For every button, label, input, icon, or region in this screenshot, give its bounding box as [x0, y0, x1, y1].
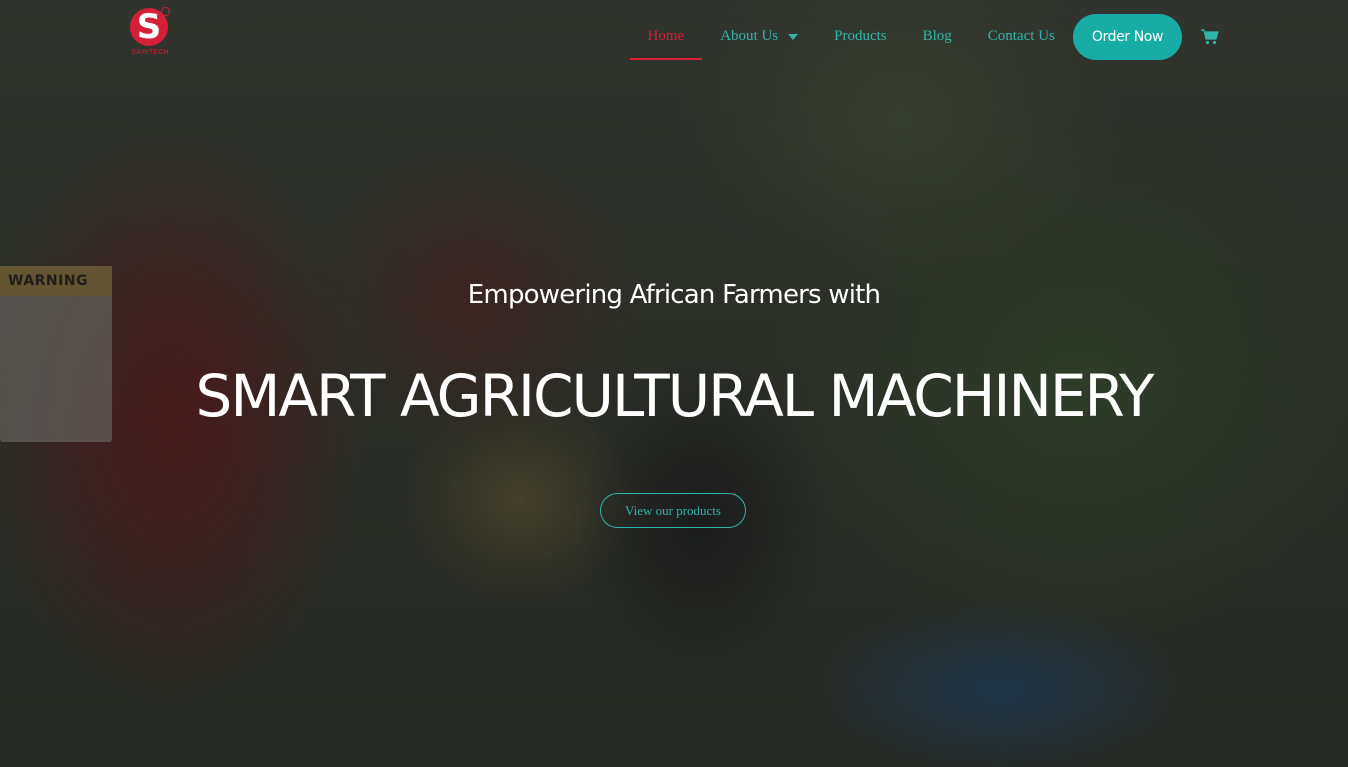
- nav-about-us[interactable]: About Us: [702, 14, 816, 60]
- main-nav: Home About Us Products Blog Contact Us O…: [629, 14, 1220, 60]
- logo-text: SAYeTECH: [131, 49, 169, 56]
- view-products-button[interactable]: View our products: [600, 493, 746, 528]
- logo-mark: S: [130, 7, 170, 47]
- order-now-button[interactable]: Order Now: [1072, 14, 1182, 60]
- nav-contact-us[interactable]: Contact Us: [970, 14, 1073, 60]
- nav-blog[interactable]: Blog: [905, 14, 970, 60]
- shopping-cart-icon[interactable]: [1200, 27, 1220, 47]
- nav-home[interactable]: Home: [629, 14, 703, 60]
- nav-about-us-label: About Us: [720, 28, 779, 44]
- registered-icon: [161, 7, 170, 16]
- logo[interactable]: S SAYeTECH: [128, 7, 172, 66]
- nav-products[interactable]: Products: [816, 14, 905, 60]
- logo-letter: S: [136, 7, 162, 47]
- site-header: S SAYeTECH Home About Us Products Blog C…: [0, 0, 1348, 72]
- hero-tagline: Empowering African Farmers with: [467, 280, 881, 310]
- chevron-down-icon: [788, 33, 799, 40]
- hero-headline: SMART AGRICULTURAL MACHINERY: [195, 362, 1155, 430]
